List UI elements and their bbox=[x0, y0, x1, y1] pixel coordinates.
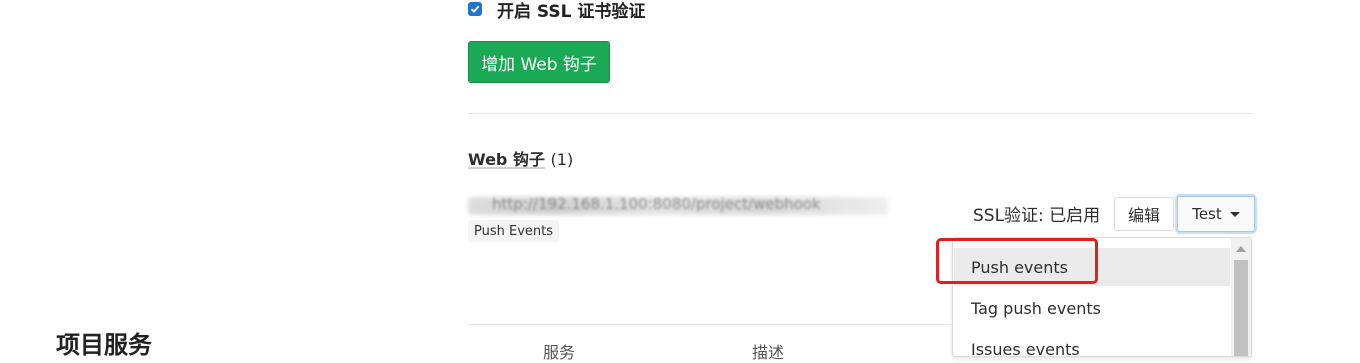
edit-webhook-button[interactable]: 编辑 bbox=[1114, 197, 1174, 231]
menu-item-tag-push-events[interactable]: Tag push events bbox=[954, 289, 1230, 327]
push-events-badge: Push Events bbox=[468, 220, 560, 242]
dropdown-scrollbar[interactable] bbox=[1231, 238, 1251, 356]
add-webhook-button[interactable]: 增加 Web 钩子 bbox=[468, 41, 610, 83]
scrollbar-thumb[interactable] bbox=[1234, 260, 1248, 356]
ssl-verification-checkbox[interactable] bbox=[468, 2, 482, 16]
webhook-url[interactable]: http://192.168.1.100:8080/project/webhoo… bbox=[492, 195, 821, 213]
ssl-status-text: SSL验证: 已启用 bbox=[973, 206, 1101, 226]
ssl-verification-row: 开启 SSL 证书验证 bbox=[468, 0, 645, 22]
ssl-verification-label: 开启 SSL 证书验证 bbox=[497, 1, 646, 22]
webhooks-count: (1) bbox=[550, 150, 574, 169]
check-icon bbox=[470, 5, 480, 13]
divider bbox=[468, 113, 1253, 114]
services-table-border bbox=[468, 324, 953, 325]
project-services-title: 项目服务 bbox=[56, 331, 152, 359]
description-column-header: 描述 bbox=[752, 343, 785, 362]
webhooks-title-underline bbox=[468, 167, 545, 169]
highlight-annotation-box bbox=[936, 238, 1098, 284]
services-column-header: 服务 bbox=[543, 343, 576, 362]
scroll-up-arrow-icon[interactable] bbox=[1236, 246, 1246, 252]
test-button-label: Test bbox=[1192, 205, 1222, 223]
caret-down-icon bbox=[1229, 211, 1240, 217]
test-webhook-dropdown-button[interactable]: Test bbox=[1177, 196, 1255, 232]
menu-item-issues-events[interactable]: Issues events bbox=[954, 330, 1230, 357]
